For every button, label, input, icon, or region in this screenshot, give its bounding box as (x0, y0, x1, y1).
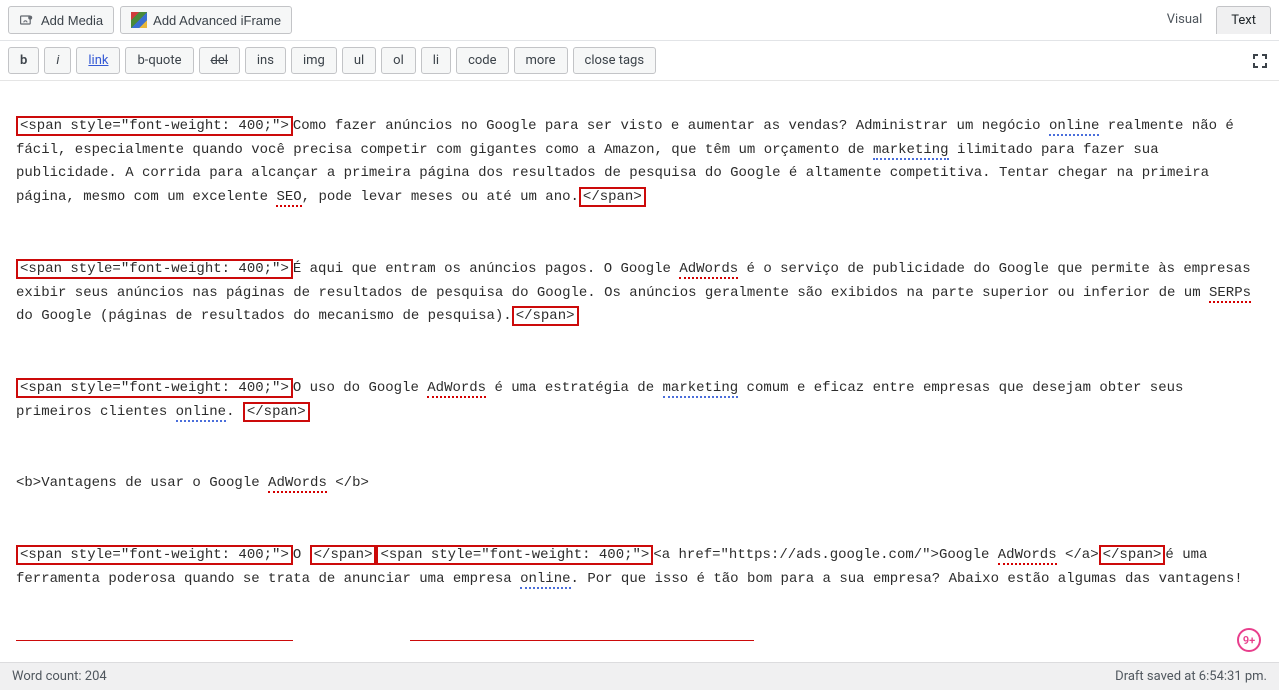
qt-bquote[interactable]: b-quote (125, 47, 193, 74)
qt-ul[interactable]: ul (342, 47, 376, 74)
qt-del[interactable]: del (199, 47, 240, 74)
tab-text[interactable]: Text (1216, 6, 1271, 34)
media-toolbar: Add Media Add Advanced iFrame Visual Tex… (0, 0, 1279, 41)
fullscreen-icon[interactable] (1249, 50, 1271, 72)
autosave-status: Draft saved at 6:54:31 pm. (1115, 669, 1267, 684)
paragraph-6: <span style="font-weight: 400;">Saiba po… (16, 639, 1263, 641)
word-count: Word count: 204 (12, 669, 107, 684)
paragraph-4: <b>Vantagens de usar o Google AdWords </… (16, 472, 1263, 496)
paragraph-3: <span style="font-weight: 400;">O uso do… (16, 377, 1263, 425)
qt-li[interactable]: li (421, 47, 451, 74)
paragraph-5: <span style="font-weight: 400;">O </span… (16, 544, 1263, 592)
span-close-tag: </span> (579, 187, 646, 207)
add-advanced-iframe-button[interactable]: Add Advanced iFrame (120, 6, 292, 34)
status-bar: Word count: 204 Draft saved at 6:54:31 p… (0, 662, 1279, 690)
span-open-tag: <span style="font-weight: 400;"> (16, 116, 293, 136)
iframe-icon (131, 12, 147, 28)
tab-visual[interactable]: Visual (1153, 6, 1217, 34)
add-iframe-label: Add Advanced iFrame (153, 13, 281, 28)
editor-mode-tabs: Visual Text (1153, 6, 1271, 34)
grammarly-badge[interactable]: 9+ (1237, 628, 1261, 652)
qt-ins[interactable]: ins (245, 47, 286, 74)
qt-link[interactable]: link (76, 47, 120, 74)
quicktags-toolbar: b i link b-quote del ins img ul ol li co… (0, 41, 1279, 81)
camera-icon (19, 12, 35, 28)
paragraph-1: <span style="font-weight: 400;">Como faz… (16, 115, 1263, 210)
grammarly-count: 9+ (1243, 634, 1255, 647)
qt-more[interactable]: more (514, 47, 568, 74)
content-textarea[interactable]: <span style="font-weight: 400;">Como faz… (0, 81, 1279, 641)
add-media-button[interactable]: Add Media (8, 6, 114, 34)
qt-close-tags[interactable]: close tags (573, 47, 657, 74)
qt-img[interactable]: img (291, 47, 337, 74)
paragraph-2: <span style="font-weight: 400;">É aqui q… (16, 258, 1263, 329)
add-media-label: Add Media (41, 13, 103, 28)
qt-ol[interactable]: ol (381, 47, 416, 74)
qt-code[interactable]: code (456, 47, 508, 74)
qt-bold[interactable]: b (8, 47, 39, 74)
qt-italic[interactable]: i (44, 47, 71, 74)
